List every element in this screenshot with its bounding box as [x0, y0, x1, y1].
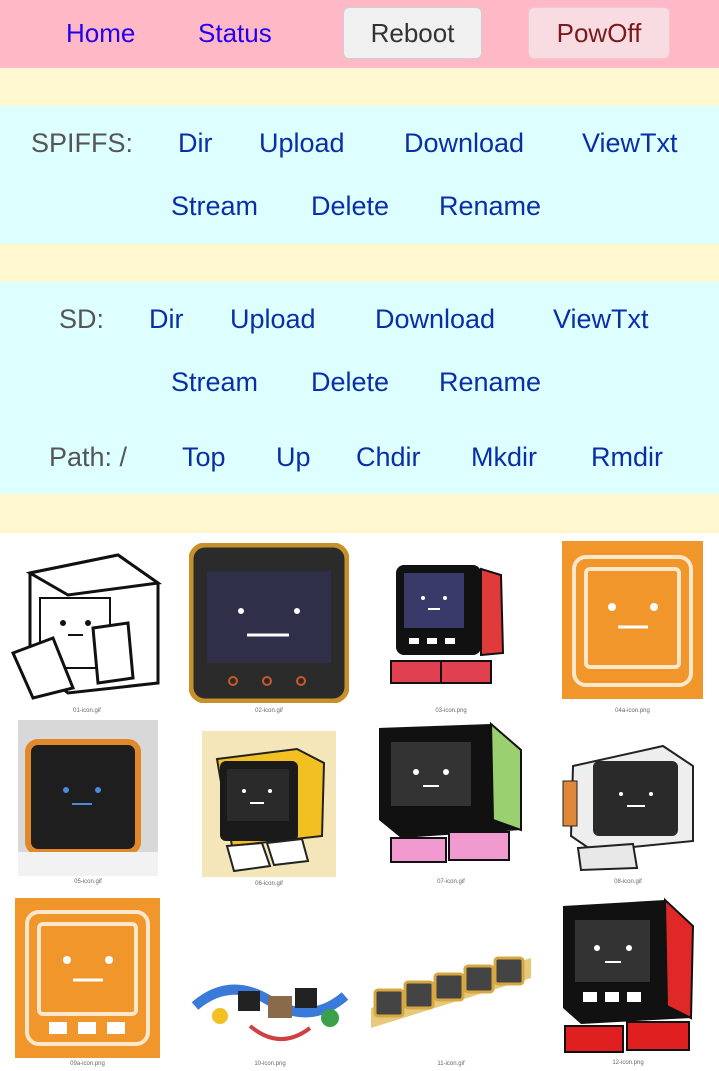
status-link[interactable]: Status	[198, 18, 272, 49]
photo-device-icon	[18, 720, 158, 876]
reboot-button[interactable]: Reboot	[343, 7, 482, 59]
gallery-item-08[interactable]: 08-icon.gif	[553, 736, 703, 890]
spiffs-rename-link[interactable]: Rename	[439, 191, 541, 222]
orange-square-face-icon	[562, 541, 703, 699]
spiffs-upload-link[interactable]: Upload	[259, 128, 345, 159]
gallery-item-03[interactable]: 03-icon.png	[371, 543, 531, 718]
sd-label: SD:	[59, 304, 105, 334]
orange-face-buttons-icon	[15, 898, 160, 1058]
gallery-caption: 04a-icon.png	[615, 708, 650, 714]
gallery-caption: 01-icon.gif	[73, 708, 101, 714]
home-link[interactable]: Home	[66, 18, 135, 49]
gallery-caption: 12-icon.png	[612, 1060, 644, 1066]
top-nav-bar: Home Status Reboot PowOff	[0, 0, 719, 68]
stack-chan-character-icon	[371, 543, 531, 703]
black-box-pink-feet-icon	[371, 720, 531, 876]
spacer-band	[0, 494, 719, 533]
rmdir-link[interactable]: Rmdir	[591, 442, 663, 473]
spiffs-dir-link[interactable]: Dir	[178, 128, 213, 159]
spiffs-download-link[interactable]: Download	[404, 128, 524, 159]
power-off-button[interactable]: PowOff	[528, 7, 670, 59]
dark-device-character-icon	[189, 543, 349, 703]
sketch-device-character-icon	[553, 736, 703, 876]
spiffs-panel: SPIFFS: Dir Upload Download ViewTxt Stre…	[0, 106, 719, 244]
sd-stream-link[interactable]: Stream	[171, 367, 258, 398]
gallery-item-12[interactable]: 12-icon.png	[553, 896, 703, 1071]
white-box-character-icon	[8, 543, 166, 705]
gallery-item-05[interactable]: 05-icon.gif	[18, 720, 158, 890]
spacer-band	[0, 244, 719, 282]
row-of-devices-icon	[371, 898, 531, 1058]
spiffs-delete-link[interactable]: Delete	[311, 191, 389, 222]
icon-gallery: 01-icon.gif 02-icon.gif 03-icon.png 04a-…	[0, 533, 719, 1071]
gallery-item-09[interactable]: 09a-icon.png	[15, 898, 160, 1071]
gallery-caption: 11-icon.gif	[437, 1061, 465, 1067]
sd-rename-link[interactable]: Rename	[439, 367, 541, 398]
spacer-band	[0, 68, 719, 106]
gallery-caption: 03-icon.png	[435, 708, 467, 714]
gallery-item-02[interactable]: 02-icon.gif	[189, 543, 349, 718]
path-top-link[interactable]: Top	[182, 442, 226, 473]
gallery-item-04[interactable]: 04a-icon.png	[562, 541, 703, 718]
mkdir-link[interactable]: Mkdir	[471, 442, 537, 473]
group-characters-icon	[190, 956, 350, 1056]
spiffs-stream-link[interactable]: Stream	[171, 191, 258, 222]
gallery-item-11[interactable]: 11-icon.gif	[371, 898, 531, 1071]
gallery-caption: 06-icon.gif	[255, 881, 283, 887]
gallery-item-10[interactable]: 10-icon.png	[190, 956, 350, 1071]
path-label: Path: /	[49, 442, 128, 472]
gallery-caption: 02-icon.gif	[255, 708, 283, 714]
spiffs-label: SPIFFS:	[31, 128, 134, 158]
sd-delete-link[interactable]: Delete	[311, 367, 389, 398]
gallery-caption: 08-icon.gif	[614, 879, 642, 885]
sd-viewtxt-link[interactable]: ViewTxt	[553, 304, 649, 335]
gallery-item-07[interactable]: 07-icon.gif	[371, 720, 531, 890]
spiffs-viewtxt-link[interactable]: ViewTxt	[582, 128, 678, 159]
sd-upload-link[interactable]: Upload	[230, 304, 316, 335]
gallery-item-06[interactable]: 06-icon.gif	[202, 731, 336, 890]
gallery-caption: 10-icon.png	[254, 1061, 286, 1067]
gallery-caption: 07-icon.gif	[437, 879, 465, 885]
gallery-caption: 05-icon.gif	[74, 879, 102, 885]
sd-panel: SD: Dir Upload Download ViewTxt Stream D…	[0, 282, 719, 494]
path-up-link[interactable]: Up	[276, 442, 311, 473]
black-red-character-icon	[553, 896, 703, 1058]
sd-download-link[interactable]: Download	[375, 304, 495, 335]
gallery-caption: 09a-icon.png	[70, 1061, 105, 1067]
yellow-box-character-icon	[202, 731, 336, 877]
gallery-item-01[interactable]: 01-icon.gif	[8, 543, 166, 718]
chdir-link[interactable]: Chdir	[356, 442, 421, 473]
sd-dir-link[interactable]: Dir	[149, 304, 184, 335]
